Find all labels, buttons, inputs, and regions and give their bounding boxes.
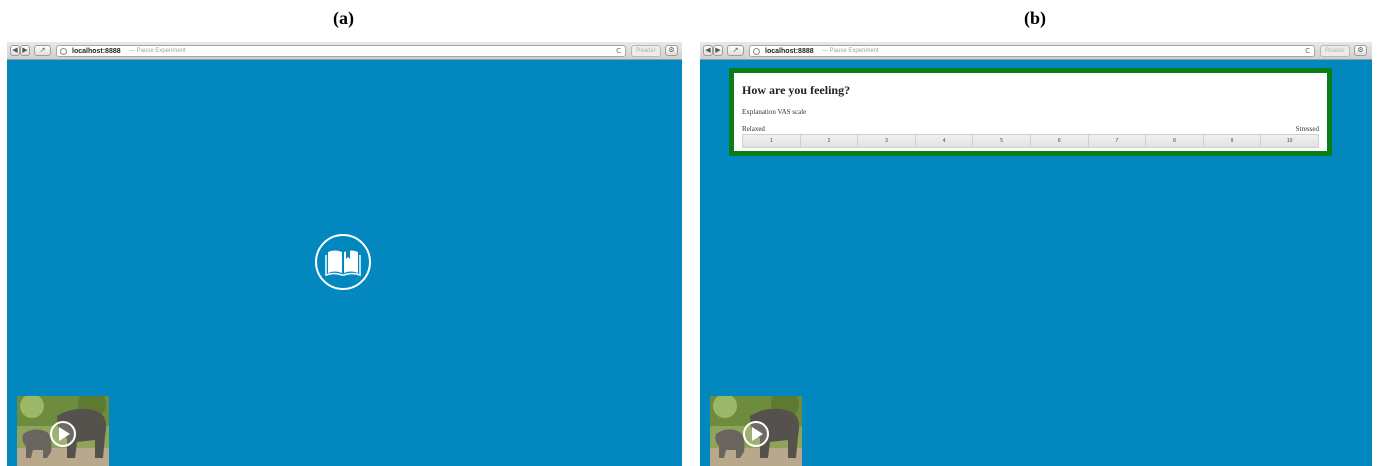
browser-toolbar: ◀ ▶ ↗ localhost:8888 — Pause Experiment …: [700, 42, 1372, 60]
forward-button[interactable]: ▶: [713, 45, 723, 56]
question-explanation: Explanation VAS scale: [742, 108, 807, 116]
reader-button[interactable]: Reader: [631, 45, 661, 57]
gear-icon[interactable]: ⚙: [665, 45, 678, 56]
page-title: — Pause Experiment: [822, 48, 879, 54]
share-button[interactable]: ↗: [34, 45, 51, 56]
video-thumbnail[interactable]: [710, 396, 802, 466]
panel-b-screenshot: ◀ ▶ ↗ localhost:8888 — Pause Experiment …: [700, 42, 1372, 466]
question-title: How are you feeling?: [742, 83, 851, 97]
panel-a-screenshot: ◀ ▶ ↗ localhost:8888 — Pause Experiment …: [7, 42, 682, 466]
back-button[interactable]: ◀: [703, 45, 713, 56]
scale-option-8[interactable]: 8: [1146, 135, 1204, 147]
share-button[interactable]: ↗: [727, 45, 744, 56]
reader-button[interactable]: Reader: [1320, 45, 1350, 57]
globe-icon: [753, 48, 760, 55]
address-bar[interactable]: localhost:8888 — Pause Experiment C: [749, 45, 1315, 57]
forward-button[interactable]: ▶: [20, 45, 30, 56]
url-host: localhost:8888: [72, 48, 121, 55]
scale-left-anchor: Relaxed: [742, 125, 765, 133]
scale-option-10[interactable]: 10: [1261, 135, 1318, 147]
reload-icon[interactable]: C: [1305, 46, 1310, 57]
book-icon[interactable]: [314, 233, 372, 291]
globe-icon: [60, 48, 67, 55]
address-bar[interactable]: localhost:8888 — Pause Experiment C: [56, 45, 626, 57]
scale-option-7[interactable]: 7: [1088, 135, 1147, 147]
vas-question-dialog: How are you feeling? Explanation VAS sca…: [729, 68, 1332, 156]
gear-icon[interactable]: ⚙: [1354, 45, 1367, 56]
browser-toolbar: ◀ ▶ ↗ localhost:8888 — Pause Experiment …: [7, 42, 682, 60]
url-host: localhost:8888: [765, 48, 814, 55]
reload-icon[interactable]: C: [616, 46, 621, 57]
scale-option-9[interactable]: 9: [1203, 135, 1262, 147]
scale-option-2[interactable]: 2: [800, 135, 859, 147]
back-button[interactable]: ◀: [10, 45, 20, 56]
video-thumbnail[interactable]: [17, 396, 109, 466]
scale-option-5[interactable]: 5: [973, 135, 1031, 147]
panel-b-label: (b): [1024, 8, 1046, 28]
page-title: — Pause Experiment: [129, 48, 186, 54]
vas-scale: 1 2 3 4 5 6 7 8 9 10: [742, 134, 1319, 148]
scale-option-6[interactable]: 6: [1030, 135, 1089, 147]
scale-right-anchor: Stressed: [1295, 125, 1319, 133]
scale-option-1[interactable]: 1: [743, 135, 801, 147]
panel-a-label: (a): [333, 8, 354, 28]
experiment-canvas: How are you feeling? Explanation VAS sca…: [700, 60, 1372, 466]
experiment-canvas: [7, 60, 682, 466]
scale-option-3[interactable]: 3: [858, 135, 916, 147]
scale-option-4[interactable]: 4: [915, 135, 974, 147]
